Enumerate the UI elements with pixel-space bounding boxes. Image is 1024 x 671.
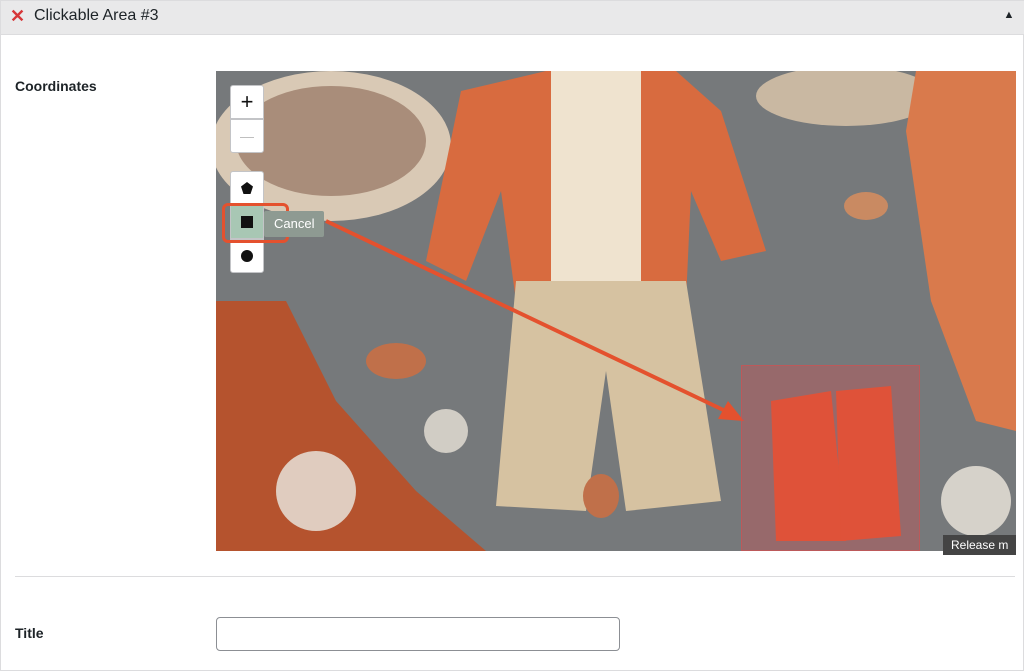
draw-polygon-button[interactable] <box>230 171 264 205</box>
close-icon[interactable]: ✕ <box>10 7 26 25</box>
panel-header: ✕ Clickable Area #3 ▲ <box>1 1 1024 35</box>
divider <box>15 576 1015 577</box>
clickable-area-panel: ✕ Clickable Area #3 ▲ Coordinates + — Ca… <box>0 0 1024 671</box>
plus-icon: + <box>240 89 254 114</box>
draw-circle-button[interactable] <box>230 239 264 273</box>
title-input[interactable] <box>216 617 620 651</box>
circle-icon <box>241 250 253 262</box>
clickable-area-rectangle[interactable] <box>741 365 920 551</box>
cancel-drawing-button[interactable]: Cancel <box>264 211 325 237</box>
title-label: Title <box>15 625 44 641</box>
cream-sweater <box>551 71 641 281</box>
autumn-leaf <box>366 343 426 379</box>
pentagon-icon <box>241 182 253 194</box>
panel-title: Clickable Area #3 <box>34 7 159 24</box>
coordinates-label: Coordinates <box>15 78 97 94</box>
zoom-in-button[interactable]: + <box>230 85 264 119</box>
zoom-out-button[interactable]: — <box>230 119 264 153</box>
release-mouse-tooltip: Release m <box>943 535 1017 555</box>
white-flowers <box>276 451 356 531</box>
minus-icon: — <box>240 128 254 144</box>
caret-up-icon[interactable]: ▲ <box>1001 7 1017 23</box>
